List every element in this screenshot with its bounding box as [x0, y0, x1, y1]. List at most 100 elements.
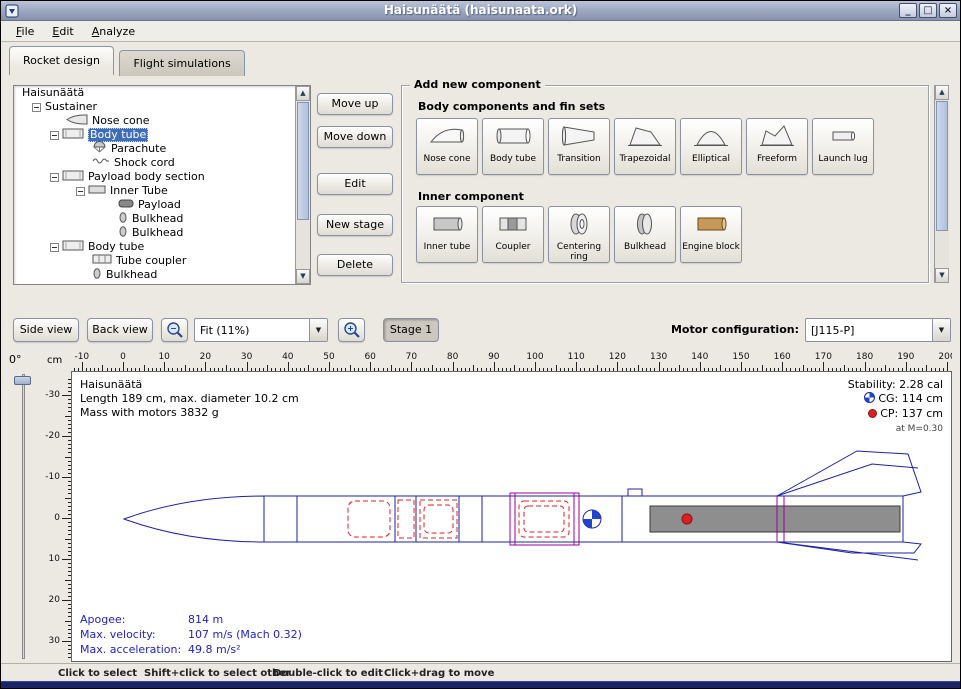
tree-item-body-tube[interactable]: Body tube — [14, 128, 310, 142]
add-launch-lug-button[interactable]: Launch lug — [812, 118, 874, 175]
collapse-icon[interactable] — [50, 131, 59, 140]
tree-item-shock-cord[interactable]: Shock cord — [14, 156, 310, 170]
bulkhead-icon — [118, 226, 128, 241]
inner-tube-icon — [88, 184, 106, 198]
minimize-button[interactable]: _ — [899, 3, 917, 18]
nose-cone-icon — [66, 114, 88, 129]
add-panel-scrollbar[interactable]: ▲ ▼ — [934, 85, 949, 283]
app-window: Haisunäätä (haisunaata.ork) _ □ × File E… — [0, 0, 961, 689]
collapse-icon[interactable] — [50, 173, 59, 182]
tree-item-payload-body-section[interactable]: Payload body section — [14, 170, 310, 184]
rotation-slider-thumb[interactable] — [14, 376, 31, 385]
coupler-icon — [495, 211, 531, 240]
back-view-button[interactable]: Back view — [87, 318, 153, 342]
add-nose-cone-button[interactable]: Nose cone — [416, 118, 478, 175]
rocket-name: Haisunäätä — [80, 378, 299, 392]
move-down-button[interactable]: Move down — [317, 126, 393, 148]
tab-bar: Rocket design Flight simulations — [9, 46, 247, 74]
add-body-tube-button[interactable]: Body tube — [482, 118, 544, 175]
tab-rocket-design[interactable]: Rocket design — [9, 46, 114, 75]
arrow-down-icon[interactable]: ▼ — [296, 269, 310, 284]
tree-item-rocket[interactable]: Haisunäätä — [14, 86, 310, 100]
tree-item-sustainer[interactable]: Sustainer — [14, 100, 310, 114]
add-freeform-fin-button[interactable]: Freeform — [746, 118, 808, 175]
tree-item-body-tube-2[interactable]: Body tube — [14, 240, 310, 254]
tree-item-inner-tube[interactable]: Inner Tube — [14, 184, 310, 198]
centering-ring-icon — [561, 211, 597, 240]
body-components-label: Body components and fin sets — [418, 100, 605, 113]
add-component-panel: Add new component Body components and fi… — [401, 85, 949, 283]
zoom-select[interactable]: Fit (11%) ▼ — [194, 318, 328, 342]
bulkhead-icon — [92, 268, 102, 283]
add-bulkhead-button[interactable]: Bulkhead — [614, 206, 676, 263]
cp-marker-icon — [868, 408, 877, 421]
scrollbar-thumb[interactable] — [297, 102, 309, 220]
stability-value: Stability: 2.28 cal — [848, 378, 943, 392]
parachute-icon — [92, 141, 107, 157]
titlebar[interactable]: Haisunäätä (haisunaata.ork) _ □ × — [1, 1, 960, 21]
vertical-ruler: -30-20-100102030 — [39, 371, 71, 662]
maximize-button[interactable]: □ — [919, 3, 937, 18]
edit-button[interactable]: Edit — [317, 173, 393, 195]
launch-lug-icon — [825, 123, 861, 152]
rocket-figure-canvas[interactable]: Haisunäätä Length 189 cm, max. diameter … — [71, 371, 952, 662]
tree-item-tube-coupler[interactable]: Tube coupler — [14, 254, 310, 268]
collapse-icon[interactable] — [32, 103, 41, 112]
arrow-up-icon[interactable]: ▲ — [296, 86, 310, 101]
chevron-down-icon[interactable]: ▼ — [932, 319, 950, 341]
max-velocity-value: 107 m/s (Mach 0.32) — [188, 627, 302, 642]
tab-flight-simulations[interactable]: Flight simulations — [119, 50, 244, 76]
arrow-down-icon[interactable]: ▼ — [935, 268, 949, 283]
max-acceleration-value: 49.8 m/s² — [188, 642, 241, 657]
tree-scrollbar[interactable]: ▲ ▼ — [295, 86, 310, 284]
freeform-fin-icon — [759, 123, 795, 152]
scrollbar-thumb[interactable] — [936, 101, 948, 231]
nose-cone-outline[interactable] — [124, 496, 264, 542]
add-trapezoidal-fin-button[interactable]: Trapezoidal — [614, 118, 676, 175]
inner-component-label: Inner component — [418, 190, 524, 203]
collapse-icon[interactable] — [76, 187, 85, 196]
add-coupler-button[interactable]: Coupler — [482, 206, 544, 263]
motor-configuration-select[interactable]: [J115-P] ▼ — [805, 318, 951, 342]
zoom-in-icon — [343, 329, 361, 342]
add-inner-tube-button[interactable]: Inner tube — [416, 206, 478, 263]
rotation-value: 0° — [9, 353, 22, 366]
add-component-title: Add new component — [410, 78, 545, 91]
add-transition-button[interactable]: Transition — [548, 118, 610, 175]
tree-item-bulkhead[interactable]: Bulkhead — [14, 268, 310, 282]
menubar: File Edit Analyze — [1, 21, 960, 42]
zoom-in-button[interactable] — [338, 318, 365, 342]
tree-item-bulkhead[interactable]: Bulkhead — [14, 212, 310, 226]
menu-item-analyze[interactable]: Analyze — [83, 22, 144, 41]
add-engine-block-button[interactable]: Engine block — [680, 206, 742, 263]
tree-item-bulkhead[interactable]: Bulkhead — [14, 226, 310, 240]
side-view-button[interactable]: Side view — [13, 318, 79, 342]
launch-lug-outline[interactable] — [628, 489, 642, 496]
menu-item-edit[interactable]: Edit — [43, 22, 82, 41]
menu-item-file[interactable]: File — [7, 22, 43, 41]
window-title: Haisunäätä (haisunaata.ork) — [1, 3, 960, 17]
stage-1-toggle[interactable]: Stage 1 — [383, 318, 439, 342]
tree-item-payload[interactable]: Payload — [14, 198, 310, 212]
delete-button[interactable]: Delete — [317, 254, 393, 276]
tree-item-parachute[interactable]: Parachute — [14, 142, 310, 156]
arrow-up-icon[interactable]: ▲ — [935, 85, 949, 100]
add-elliptical-fin-button[interactable]: Elliptical — [680, 118, 742, 175]
add-centering-ring-button[interactable]: Centering ring — [548, 206, 610, 263]
zoom-out-button[interactable] — [161, 318, 188, 342]
close-button[interactable]: × — [939, 3, 957, 18]
collapse-icon[interactable] — [50, 243, 59, 252]
tree-item-nose-cone[interactable]: Nose cone — [14, 114, 310, 128]
component-tree: Haisunäätä Sustainer Nose cone Body tube… — [13, 85, 311, 285]
rotation-slider-track[interactable] — [22, 374, 25, 659]
body-tube-icon — [495, 123, 531, 152]
mach-condition: at M=0.30 — [848, 422, 943, 436]
apogee-value: 814 m — [188, 612, 223, 627]
cp-value: CP: 137 cm — [880, 407, 943, 420]
tube-coupler-icon — [92, 254, 112, 268]
bulkhead-icon — [627, 211, 663, 240]
chevron-down-icon[interactable]: ▼ — [309, 319, 327, 341]
move-up-button[interactable]: Move up — [317, 93, 393, 115]
new-stage-button[interactable]: New stage — [317, 214, 393, 236]
body-tube-icon — [62, 170, 84, 185]
